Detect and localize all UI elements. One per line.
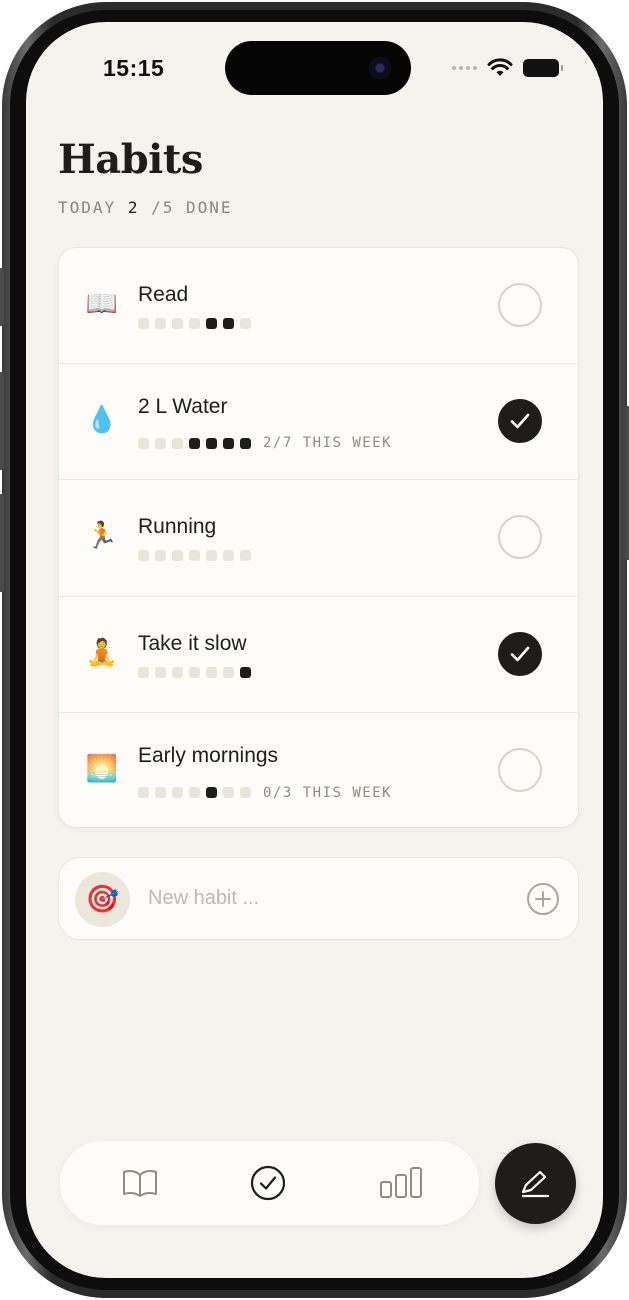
- book-outline-icon[interactable]: [120, 1163, 160, 1203]
- day-dot-empty: [172, 550, 183, 562]
- habit-row-running[interactable]: 🏃 Running: [59, 480, 578, 597]
- summary-prefix: TODAY: [58, 198, 117, 217]
- sunrise-icon: 🌅: [85, 752, 119, 783]
- progress-summary: TODAY 2 /5 DONE: [58, 198, 233, 217]
- habit-row-take-it-slow[interactable]: 🧘 Take it slow: [59, 597, 578, 713]
- habit-check-empty[interactable]: [498, 747, 542, 792]
- pencil-icon: [521, 1170, 550, 1198]
- checkmark-icon: [510, 413, 530, 429]
- day-dot-empty: [240, 787, 251, 799]
- day-dot-empty: [189, 318, 200, 329]
- power-button: [625, 406, 629, 560]
- day-dot-empty: [223, 787, 234, 799]
- habit-check-empty[interactable]: [498, 515, 542, 560]
- volume-up-button: [0, 372, 4, 470]
- day-dot-empty: [138, 787, 149, 799]
- day-dot-done: [206, 437, 217, 449]
- wifi-icon: [487, 58, 513, 76]
- day-dot-empty: [206, 666, 217, 678]
- habit-row-early-mornings[interactable]: 🌅 Early mornings 0/3 THIS WEEK: [59, 713, 578, 827]
- week-progress: 0/3 THIS WEEK: [138, 785, 392, 801]
- day-dot-empty: [138, 666, 149, 678]
- day-dot-empty: [155, 437, 166, 449]
- status-time: 15:15: [103, 55, 165, 81]
- week-count: 0/3 THIS WEEK: [263, 784, 393, 801]
- habit-list: 📖 Read 💧 2 L Water 2/7 THIS WEEK 🏃 Running 🧘 Tak…: [58, 247, 579, 828]
- week-progress: [138, 666, 251, 678]
- status-icons: [452, 58, 563, 78]
- checkmark-icon: [510, 646, 530, 661]
- day-dot-empty: [138, 550, 149, 562]
- cellular-signal-icon: [452, 66, 477, 70]
- book-icon: 📖: [85, 288, 119, 318]
- day-dot-empty: [172, 787, 183, 799]
- bar-chart-icon[interactable]: [378, 1163, 424, 1203]
- day-dot-empty: [240, 318, 251, 329]
- day-dot-empty: [155, 318, 166, 329]
- tab-bar: [60, 1141, 479, 1225]
- day-dot-done: [223, 437, 234, 449]
- week-count: 2/7 THIS WEEK: [263, 435, 393, 452]
- habit-row-2-l-water[interactable]: 💧 2 L Water 2/7 THIS WEEK: [59, 364, 578, 481]
- habit-check-empty[interactable]: [498, 283, 542, 327]
- day-dot-empty: [155, 550, 166, 562]
- habit-name: 2 L Water: [138, 395, 228, 419]
- habit-name: Early mornings: [138, 743, 279, 767]
- day-dot-empty: [172, 437, 183, 449]
- week-progress: [138, 318, 251, 329]
- day-dot-empty: [172, 666, 183, 678]
- day-dot-empty: [155, 787, 166, 799]
- done-count: 2: [127, 198, 140, 217]
- battery-icon: [523, 59, 563, 77]
- day-dot-done: [189, 437, 200, 449]
- meditation-icon: 🧘: [85, 636, 119, 667]
- day-dot-empty: [189, 787, 200, 799]
- day-dot-done: [206, 787, 217, 799]
- action-button: [0, 268, 4, 326]
- water-drop-icon: 💧: [85, 404, 119, 435]
- running-icon: 🏃: [85, 520, 119, 551]
- check-circle-icon[interactable]: [248, 1163, 288, 1203]
- day-dot-empty: [155, 666, 166, 678]
- summary-suffix: /5 DONE: [151, 198, 233, 217]
- camera-icon: [369, 57, 391, 79]
- compose-button[interactable]: [495, 1143, 576, 1224]
- week-progress: [138, 550, 251, 562]
- day-dot-done: [206, 318, 217, 329]
- habit-check-done[interactable]: [498, 399, 542, 444]
- habit-name: Take it slow: [138, 631, 247, 655]
- day-dot-done: [240, 666, 251, 678]
- habit-row-read[interactable]: 📖 Read: [59, 248, 578, 365]
- target-icon[interactable]: 🎯: [75, 872, 130, 927]
- day-dot-empty: [138, 437, 149, 449]
- add-circle-icon[interactable]: [526, 882, 560, 916]
- day-dot-empty: [189, 666, 200, 678]
- day-dot-empty: [189, 550, 200, 562]
- day-dot-empty: [223, 666, 234, 678]
- dynamic-island: [225, 41, 411, 95]
- day-dot-done: [240, 437, 251, 449]
- day-dot-empty: [240, 550, 251, 562]
- day-dot-empty: [206, 550, 217, 562]
- day-dot-empty: [138, 318, 149, 329]
- habit-name: Running: [138, 515, 217, 539]
- habit-name: Read: [138, 283, 189, 306]
- new-habit-bar[interactable]: 🎯 New habit ...: [58, 857, 579, 940]
- new-habit-input[interactable]: New habit ...: [148, 887, 259, 910]
- page-title: Habits: [58, 136, 203, 183]
- day-dot-empty: [172, 318, 183, 329]
- day-dot-done: [223, 318, 234, 329]
- screen: 15:15 Habits TODAY 2 /5 DONE 📖 Read 💧 2 L W…: [26, 22, 603, 1278]
- week-progress: 2/7 THIS WEEK: [138, 435, 392, 451]
- volume-down-button: [0, 494, 4, 592]
- habit-check-done[interactable]: [498, 631, 542, 676]
- day-dot-empty: [223, 550, 234, 562]
